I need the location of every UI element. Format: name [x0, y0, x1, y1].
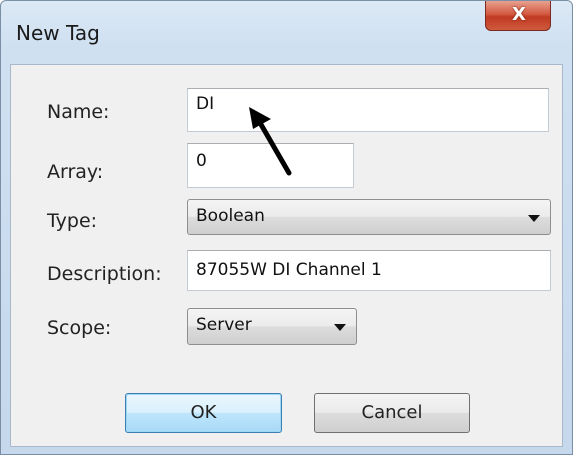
type-dropdown[interactable]: Boolean — [187, 199, 551, 235]
title-bar[interactable]: New Tag X — [1, 1, 572, 45]
cancel-button[interactable]: Cancel — [314, 393, 470, 433]
ok-button[interactable]: OK — [125, 393, 282, 433]
chevron-down-icon — [334, 324, 346, 331]
type-dropdown-value: Boolean — [196, 206, 265, 226]
chevron-down-icon — [528, 215, 540, 222]
scope-dropdown[interactable]: Server — [187, 308, 357, 345]
array-label: Array: — [47, 161, 104, 183]
scope-label: Scope: — [47, 317, 112, 339]
description-label: Description: — [47, 263, 162, 285]
type-label: Type: — [47, 210, 98, 232]
name-label: Name: — [47, 101, 110, 123]
description-field-value: 87055W DI Channel 1 — [196, 260, 382, 280]
name-field-value: DI — [196, 94, 215, 114]
window-title: New Tag — [16, 21, 100, 45]
close-icon: X — [512, 4, 526, 25]
description-field[interactable]: 87055W DI Channel 1 — [187, 250, 551, 291]
scope-dropdown-value: Server — [196, 315, 252, 335]
array-field-value: 0 — [196, 151, 207, 171]
arrow-pointer-icon — [249, 107, 292, 176]
close-button[interactable]: X — [485, 1, 551, 31]
new-tag-dialog: New Tag X Name: DI Array: 0 Type: Boolea… — [0, 0, 573, 455]
